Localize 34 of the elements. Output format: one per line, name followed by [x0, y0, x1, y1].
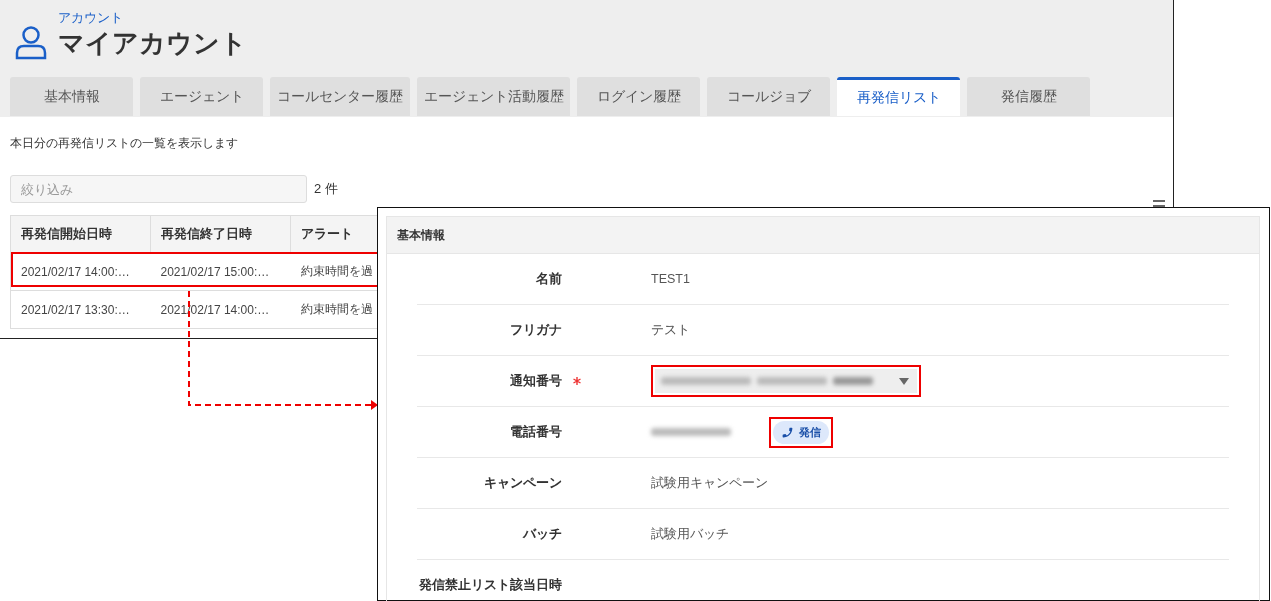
user-icon [13, 24, 49, 60]
breadcrumb-link[interactable]: アカウント [58, 10, 247, 26]
field-value: TEST1 [651, 272, 690, 286]
field-value: 試験用キャンペーン [651, 474, 768, 492]
tab[interactable]: 再発信リスト [837, 77, 960, 116]
table-cell: 2021/02/17 13:30:… [10, 290, 151, 329]
field-label: 発信禁止リスト該当日時 [419, 576, 562, 594]
field-label: キャンペーン [484, 474, 562, 492]
column-header: 再発信開始日時 [10, 215, 151, 253]
result-count: 2 件 [314, 180, 338, 198]
menu-icon[interactable] [1153, 200, 1165, 207]
page-title: マイアカウント [58, 27, 247, 60]
tab[interactable]: ログイン履歴 [577, 77, 700, 116]
caret-icon [899, 377, 909, 385]
column-header: 再発信終了日時 [150, 215, 291, 253]
tab[interactable]: 基本情報 [10, 77, 133, 116]
field-value: テスト [651, 321, 690, 339]
phone-icon [781, 425, 794, 439]
field-label: バッチ [523, 525, 562, 543]
section-title: 基本情報 [397, 226, 445, 244]
filter-field[interactable]: 絞り込み [10, 175, 307, 203]
tab[interactable]: コールセンター履歴 [270, 77, 410, 116]
tab[interactable]: エージェント [140, 77, 263, 116]
tab[interactable]: エージェント活動履歴 [417, 77, 570, 116]
field-value: 試験用バッチ [651, 525, 729, 543]
call-button[interactable]: 発信 [773, 420, 829, 444]
field-label: 電話番号 [510, 423, 562, 441]
tab[interactable]: コールジョブ [707, 77, 830, 116]
description-text: 本日分の再発信リストの一覧を表示します [10, 135, 239, 152]
table-cell: 2021/02/17 15:00:… [150, 252, 291, 291]
field-label: 名前 [536, 270, 562, 288]
field-label: 通知番号 [510, 372, 562, 390]
table-cell: 2021/02/17 14:00:… [150, 290, 291, 329]
tab[interactable]: 発信履歴 [967, 77, 1090, 116]
